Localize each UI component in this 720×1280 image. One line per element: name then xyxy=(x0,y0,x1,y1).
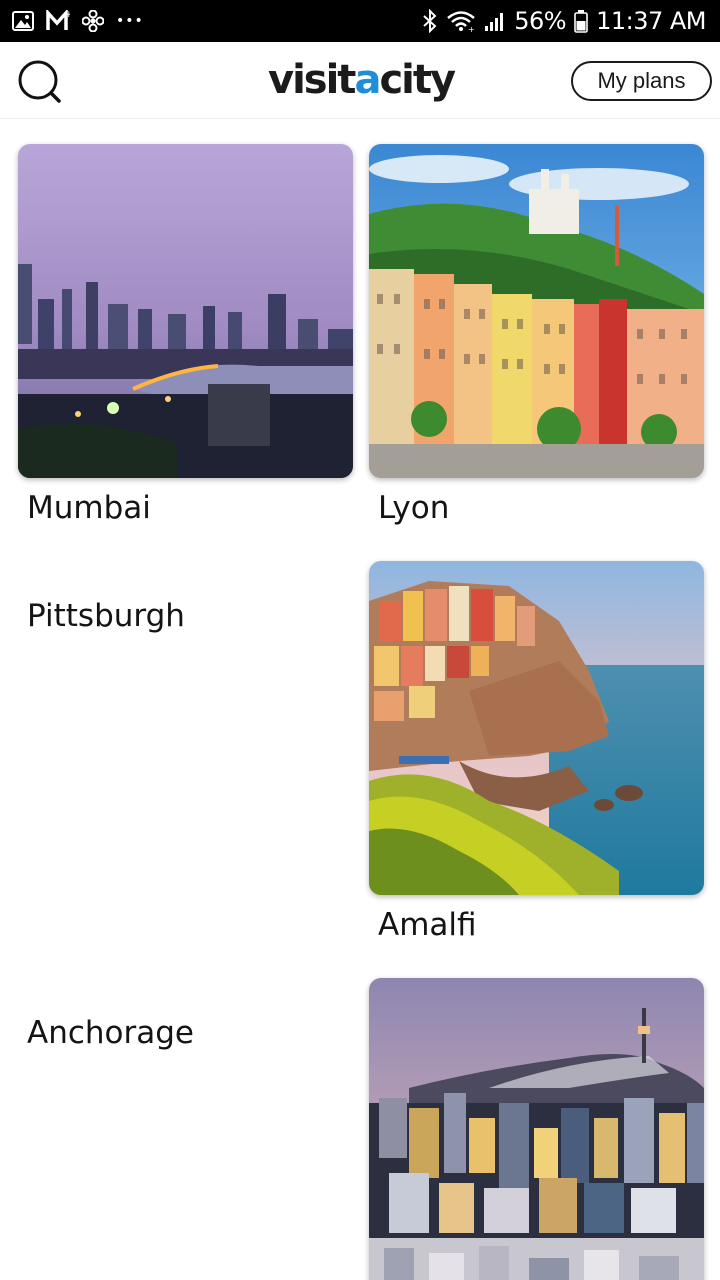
visitacity-logo[interactable]: visitacity xyxy=(268,56,456,104)
search-icon xyxy=(18,60,61,103)
gmail-icon: + xyxy=(46,10,70,32)
city-name-pittsburgh: Pittsburgh xyxy=(27,598,185,634)
city-name-amalfi: Amalfi xyxy=(378,907,477,943)
logo-text-city: city xyxy=(379,57,456,103)
status-bar-notifications: + ••• xyxy=(12,8,144,34)
svg-text:+: + xyxy=(65,10,70,20)
city-card-mumbai[interactable]: Mumbai xyxy=(18,144,353,544)
more-notifications-indicator: ••• xyxy=(116,13,144,29)
city-grid: Mumbai Lyon Pittsburgh Amalfi Anchorage xyxy=(0,119,720,1280)
city-card-anchorage[interactable]: Anchorage xyxy=(18,1011,353,1071)
city-name-lyon: Lyon xyxy=(378,490,450,526)
svg-text:+: + xyxy=(468,25,475,33)
city-name-anchorage: Anchorage xyxy=(27,1015,195,1051)
fan-icon xyxy=(82,10,104,32)
signal-icon xyxy=(484,10,506,32)
city-name-mumbai: Mumbai xyxy=(27,490,151,526)
my-plans-button[interactable]: My plans xyxy=(571,61,712,101)
bluetooth-icon xyxy=(422,9,438,33)
city-image-amalfi xyxy=(369,561,704,895)
logo-text-accent: a xyxy=(354,57,381,103)
city-image-6 xyxy=(369,978,704,1280)
status-bar-system: + 56% 11:37 AM xyxy=(422,6,706,36)
gallery-icon xyxy=(12,11,34,31)
app-header: visitacity My plans xyxy=(0,42,720,119)
search-button[interactable] xyxy=(16,58,64,106)
status-bar: + ••• + 56% 11:37 AM xyxy=(0,0,720,42)
city-card-6[interactable] xyxy=(369,978,704,1280)
city-image-lyon xyxy=(369,144,704,478)
battery-icon xyxy=(574,9,588,33)
city-image-mumbai xyxy=(18,144,353,478)
clock: 11:37 AM xyxy=(596,7,706,35)
logo-text-visit: visit xyxy=(268,57,356,103)
city-card-pittsburgh[interactable]: Pittsburgh xyxy=(18,594,353,654)
battery-percentage: 56% xyxy=(514,7,567,35)
city-card-amalfi[interactable]: Amalfi xyxy=(369,561,704,961)
wifi-icon: + xyxy=(446,9,476,33)
city-card-lyon[interactable]: Lyon xyxy=(369,144,704,544)
